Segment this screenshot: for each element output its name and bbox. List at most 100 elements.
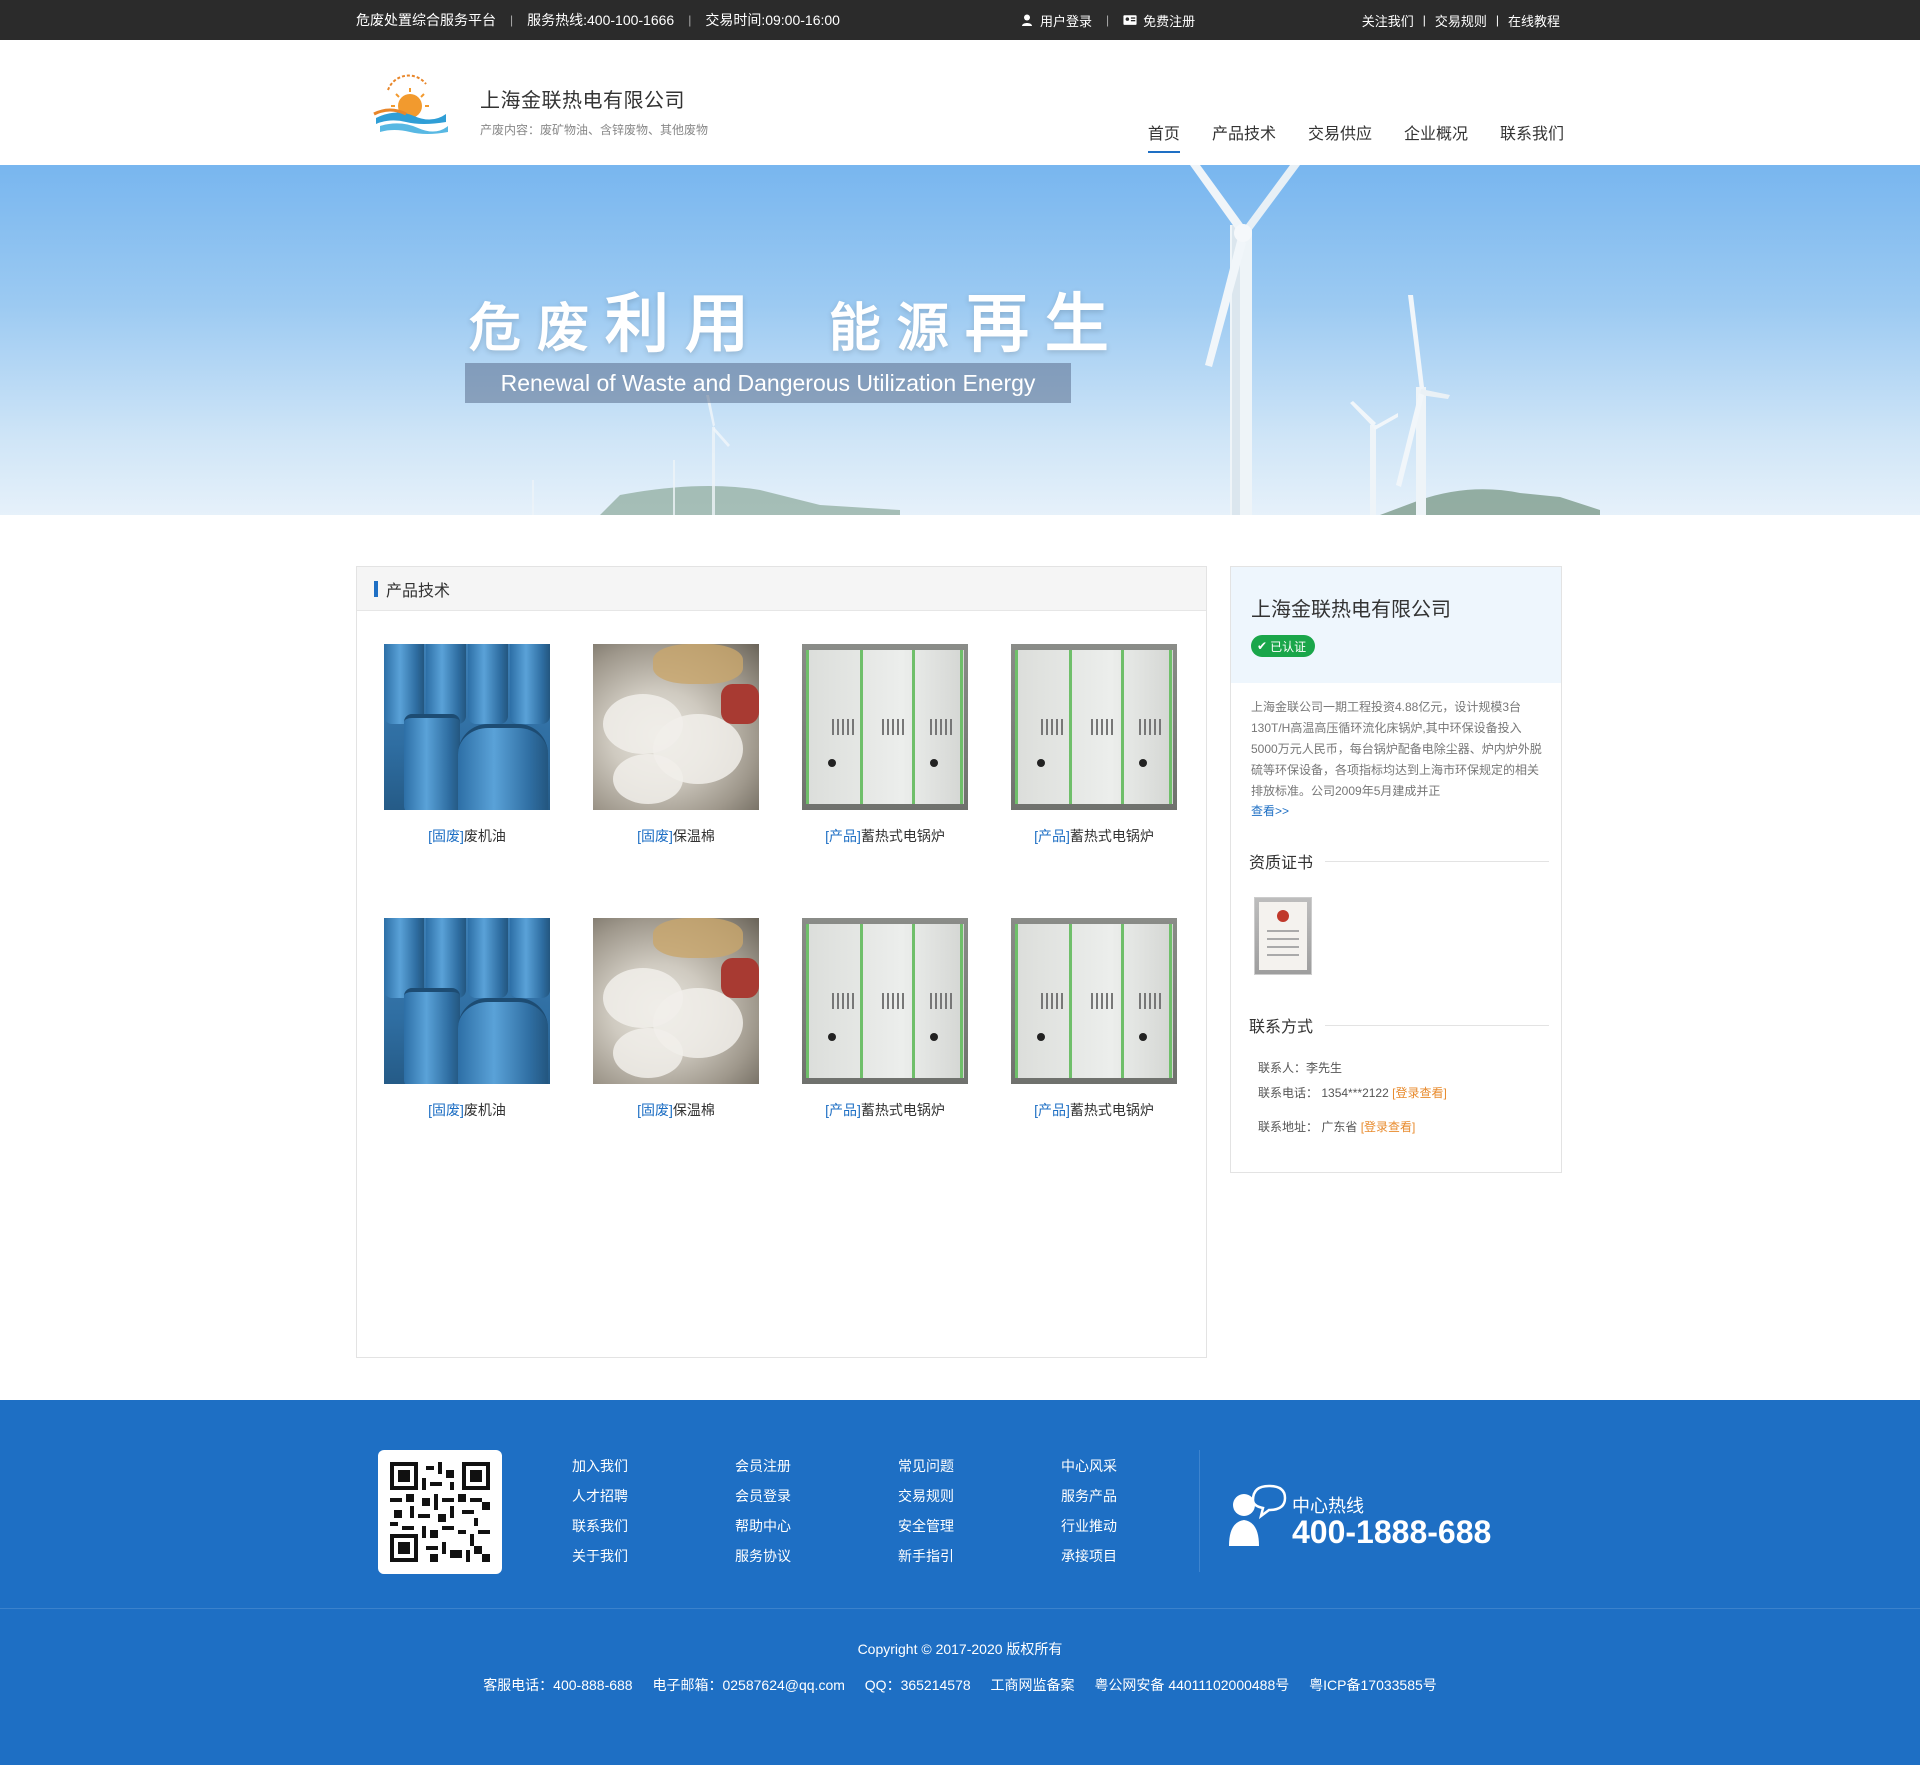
nav-item-company[interactable]: 企业概况 [1404, 120, 1468, 144]
footer-links: 加入我们 会员注册 常见问题 中心风采 人才招聘 会员登录 交易规则 服务产品 … [572, 1456, 1224, 1564]
product-image-cotton[interactable] [593, 644, 759, 810]
hero-banner: 危废利用 能源再生 Renewal of Waste and Dangerous… [0, 165, 1920, 515]
verified-badge: ✔ 已认证 [1251, 635, 1316, 657]
divider [1325, 1024, 1549, 1026]
products-panel: 产品技术 [固废]废机油 [固废]保温棉 [产品]蓄热式电锅炉 [产品]蓄热式电… [356, 566, 1207, 1358]
product-card[interactable]: [固废]保温棉 [593, 644, 759, 846]
customer-service-icon [1229, 1484, 1287, 1546]
nav-item-home[interactable]: 首页 [1147, 120, 1180, 153]
contact-person-label: 联系人： [1258, 1061, 1307, 1075]
product-name[interactable]: 蓄热式电锅炉 [861, 828, 945, 844]
product-image-boiler[interactable] [1011, 918, 1177, 1084]
separator: | [510, 13, 514, 27]
contact-address-value: 广东省 [1321, 1120, 1358, 1134]
footer-link[interactable]: 帮助中心 [735, 1516, 898, 1534]
login-to-view-link[interactable]: [登录查看] [1361, 1120, 1416, 1134]
product-name[interactable]: 蓄热式电锅炉 [861, 1102, 945, 1118]
product-name[interactable]: 保温棉 [673, 1102, 715, 1118]
icp-record-link[interactable]: 粤ICP备17033585号 [1309, 1677, 1437, 1693]
footer-link[interactable]: 联系我们 [572, 1516, 735, 1534]
footer-link[interactable]: 新手指引 [898, 1546, 1061, 1564]
product-name[interactable]: 蓄热式电锅炉 [1070, 1102, 1154, 1118]
contact-phone: 联系电话： 1354***2122 [登录查看] [1258, 1084, 1561, 1101]
site-header: 上海金联热电有限公司 产废内容：废矿物油、含锌废物、其他废物 首页 产品技术 交… [0, 40, 1920, 165]
certificate-thumbnail[interactable] [1254, 897, 1312, 975]
sun-sand-logo-icon[interactable] [366, 70, 450, 142]
email: 电子邮箱：02587624@qq.com [652, 1677, 845, 1693]
separator: | [1106, 13, 1110, 27]
free-register-link[interactable]: 免费注册 [1143, 11, 1195, 30]
product-tag[interactable]: [固废] [428, 1102, 464, 1118]
product-name[interactable]: 蓄热式电锅炉 [1070, 828, 1154, 844]
product-name[interactable]: 废机油 [464, 1102, 506, 1118]
product-card[interactable]: [产品]蓄热式电锅炉 [1011, 644, 1177, 846]
product-tag[interactable]: [产品] [825, 1102, 861, 1118]
trading-rules-link[interactable]: 交易规则 [1435, 11, 1487, 30]
nav-item-trading[interactable]: 交易供应 [1308, 120, 1372, 144]
view-more-link[interactable]: 查看>> [1231, 802, 1561, 819]
product-name[interactable]: 废机油 [464, 828, 506, 844]
product-card[interactable]: [产品]蓄热式电锅炉 [802, 644, 968, 846]
top-bar: 危废处置综合服务平台 | 服务热线:400-100-1666 | 交易时间:09… [0, 0, 1920, 40]
footer-link[interactable]: 关于我们 [572, 1546, 735, 1564]
contact-title: 联系方式 [1249, 1019, 1314, 1036]
footer-link[interactable]: 加入我们 [572, 1456, 735, 1474]
banner-title-c: 能源 [828, 300, 965, 358]
banner-headline: 危废利用 能源再生 [469, 273, 1125, 365]
footer-link[interactable]: 安全管理 [898, 1516, 1061, 1534]
banner-title-d: 再生 [964, 288, 1125, 360]
separator: | [688, 13, 692, 27]
service-phone: 客服电话：400-888-688 [483, 1677, 633, 1693]
footer-link[interactable]: 常见问题 [898, 1456, 1061, 1474]
footer-link[interactable]: 会员登录 [735, 1486, 898, 1504]
qr-code [378, 1450, 502, 1574]
nav-item-products[interactable]: 产品技术 [1212, 120, 1276, 144]
separator: | [1495, 13, 1499, 27]
product-name[interactable]: 保温棉 [673, 828, 715, 844]
platform-name: 危废处置综合服务平台 [356, 12, 496, 28]
nav-item-contact[interactable]: 联系我们 [1500, 120, 1564, 144]
footer-link[interactable]: 人才招聘 [572, 1486, 735, 1504]
product-card[interactable]: [产品]蓄热式电锅炉 [1011, 918, 1177, 1120]
footer-link[interactable]: 服务协议 [735, 1546, 898, 1564]
product-image-barrels[interactable] [384, 644, 550, 810]
company-name: 上海金联热电有限公司 [480, 90, 685, 112]
product-card[interactable]: [产品]蓄热式电锅炉 [802, 918, 968, 1120]
product-image-boiler[interactable] [802, 644, 968, 810]
product-image-cotton[interactable] [593, 918, 759, 1084]
product-tag[interactable]: [产品] [1034, 828, 1070, 844]
user-icon [1022, 14, 1032, 26]
user-login-link[interactable]: 用户登录 [1040, 11, 1092, 30]
hotline-number: 400-1888-688 [1292, 1514, 1492, 1550]
product-card[interactable]: [固废]保温棉 [593, 918, 759, 1120]
banner-title-a: 危废 [469, 300, 606, 358]
footer-link[interactable]: 会员注册 [735, 1456, 898, 1474]
contact-section-header: 联系方式 [1249, 1013, 1549, 1037]
qr-code-icon [390, 1462, 490, 1562]
product-tag[interactable]: [固废] [637, 1102, 673, 1118]
product-grid: [固废]废机油 [固废]保温棉 [产品]蓄热式电锅炉 [产品]蓄热式电锅炉 [固… [384, 644, 1184, 1120]
follow-us-link[interactable]: 关注我们 [1362, 11, 1414, 30]
product-tag[interactable]: [固废] [428, 828, 464, 844]
banner-subtitle: Renewal of Waste and Dangerous Utilizati… [465, 363, 1071, 403]
main-nav: 首页 产品技术 交易供应 企业概况 联系我们 [1116, 120, 1564, 153]
footer-bottom: Copyright © 2017-2020 版权所有 客服电话：400-888-… [0, 1639, 1920, 1695]
login-to-view-link[interactable]: [登录查看] [1392, 1086, 1447, 1100]
product-card[interactable]: [固废]废机油 [384, 644, 550, 846]
product-image-barrels[interactable] [384, 918, 550, 1084]
contact-person: 联系人：李先生 [1258, 1059, 1561, 1076]
online-tutorial-link[interactable]: 在线教程 [1508, 11, 1560, 30]
product-tag[interactable]: [产品] [825, 828, 861, 844]
police-record-link[interactable]: 粤公网安备 44011102000488号 [1094, 1677, 1289, 1693]
product-tag[interactable]: [产品] [1034, 1102, 1070, 1118]
product-image-boiler[interactable] [1011, 644, 1177, 810]
gongshang-record-link[interactable]: 工商网监备案 [991, 1677, 1075, 1693]
product-card[interactable]: [固废]废机油 [384, 918, 550, 1120]
contact-address-label: 联系地址： [1258, 1120, 1319, 1134]
product-image-boiler[interactable] [802, 918, 968, 1084]
product-tag[interactable]: [固废] [637, 828, 673, 844]
divider [1325, 860, 1549, 862]
footer-link[interactable]: 交易规则 [898, 1486, 1061, 1504]
verified-label: 已认证 [1270, 639, 1307, 654]
contact-person-value: 李先生 [1306, 1061, 1343, 1075]
